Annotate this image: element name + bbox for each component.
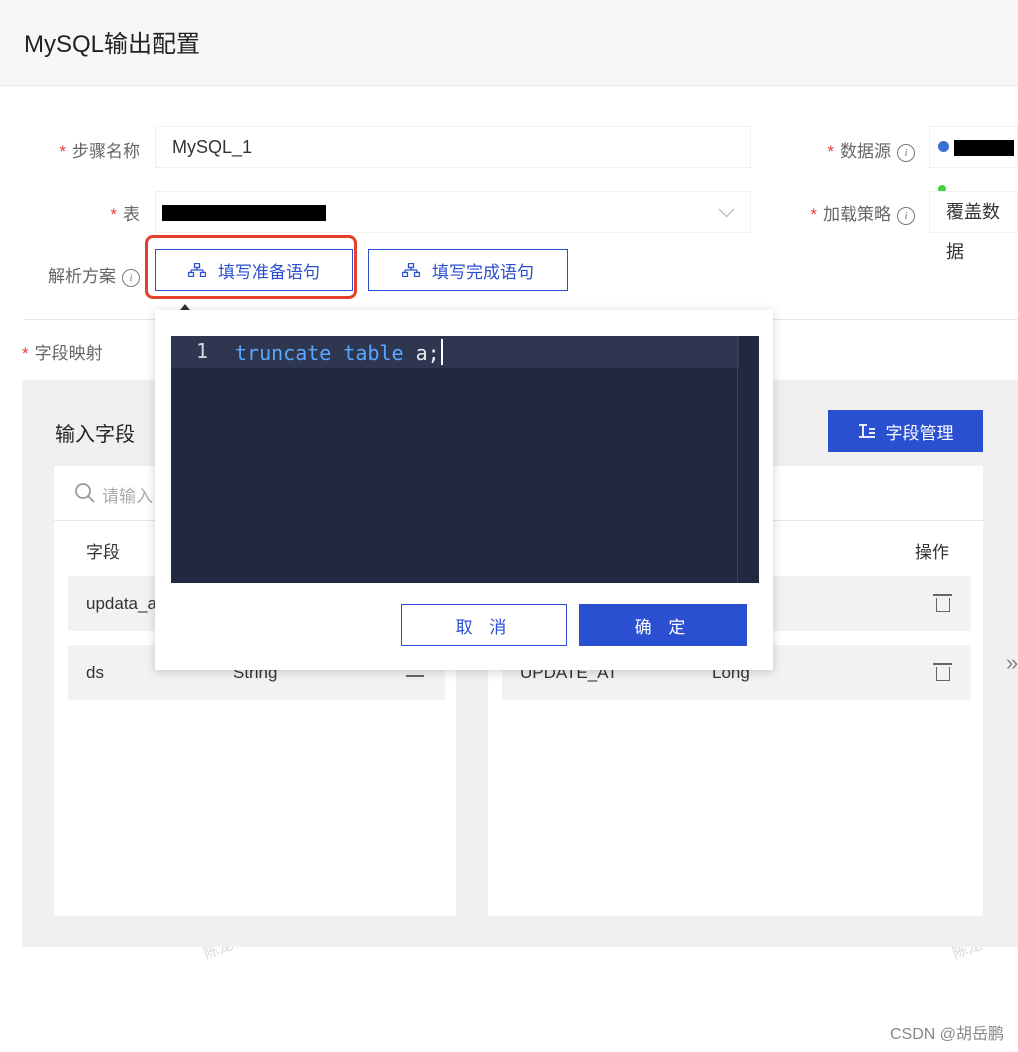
finish-statement-button[interactable]: 填写完成语句	[368, 249, 568, 291]
load-strategy-select[interactable]: 覆盖数据	[929, 191, 1018, 262]
info-icon[interactable]: i	[897, 144, 915, 162]
line-number: 1	[196, 339, 209, 363]
redacted-block	[162, 205, 326, 222]
double-chevron-right-icon[interactable]: »	[1006, 650, 1018, 676]
list-icon	[858, 424, 875, 438]
sql-editor[interactable]: 1 truncate table a;	[171, 336, 759, 583]
cancel-button[interactable]: 取 消	[401, 604, 567, 646]
code-keyword: table	[343, 341, 404, 365]
datasource-label: * 数据源 i	[790, 137, 915, 162]
field-manage-label: 字段管理	[885, 423, 954, 443]
search-icon	[75, 483, 95, 503]
hierarchy-icon	[402, 263, 420, 277]
parse-scheme-label: 解析方案 i	[30, 262, 140, 287]
field-name: ds	[86, 663, 104, 682]
page-title: MySQL输出配置	[24, 31, 201, 58]
input-fields-title: 输入字段	[55, 424, 135, 446]
code-line: truncate table a;	[235, 339, 443, 365]
step-name-label: * 步骤名称	[59, 142, 140, 161]
editor-scrollbar[interactable]	[737, 336, 760, 583]
trash-icon[interactable]	[933, 594, 952, 612]
minus-icon[interactable]	[406, 675, 424, 677]
step-name-input[interactable]: MySQL_1	[155, 126, 751, 168]
column-header-action: 操作	[915, 543, 949, 562]
datasource-select[interactable]	[929, 126, 1018, 193]
column-header-field: 字段	[86, 543, 120, 562]
table-select[interactable]	[155, 191, 751, 233]
confirm-button[interactable]: 确 定	[579, 604, 747, 646]
info-icon[interactable]: i	[897, 207, 915, 225]
page-header: MySQL输出配置	[0, 0, 1018, 86]
code-keyword: truncate	[235, 341, 332, 365]
redacted-block	[954, 140, 1015, 157]
search-placeholder: 请输入	[102, 487, 153, 506]
field-manage-button[interactable]: 字段管理	[828, 410, 983, 452]
text-cursor	[440, 339, 443, 365]
finish-statement-label: 填写完成语句	[432, 262, 534, 282]
code-identifier: a;	[415, 341, 440, 365]
csdn-watermark: CSDN @胡岳鹏	[889, 1026, 1004, 1043]
field-name: updata_a	[86, 594, 157, 613]
status-dot-icon	[938, 141, 949, 152]
table-label: * 表	[110, 205, 140, 224]
load-strategy-label: * 加载策略 i	[780, 200, 915, 225]
highlight-box	[145, 235, 357, 299]
chevron-down-icon	[718, 201, 735, 218]
trash-icon[interactable]	[933, 663, 952, 681]
field-mapping-label: * 字段映射	[22, 344, 103, 363]
info-icon[interactable]: i	[122, 269, 140, 287]
